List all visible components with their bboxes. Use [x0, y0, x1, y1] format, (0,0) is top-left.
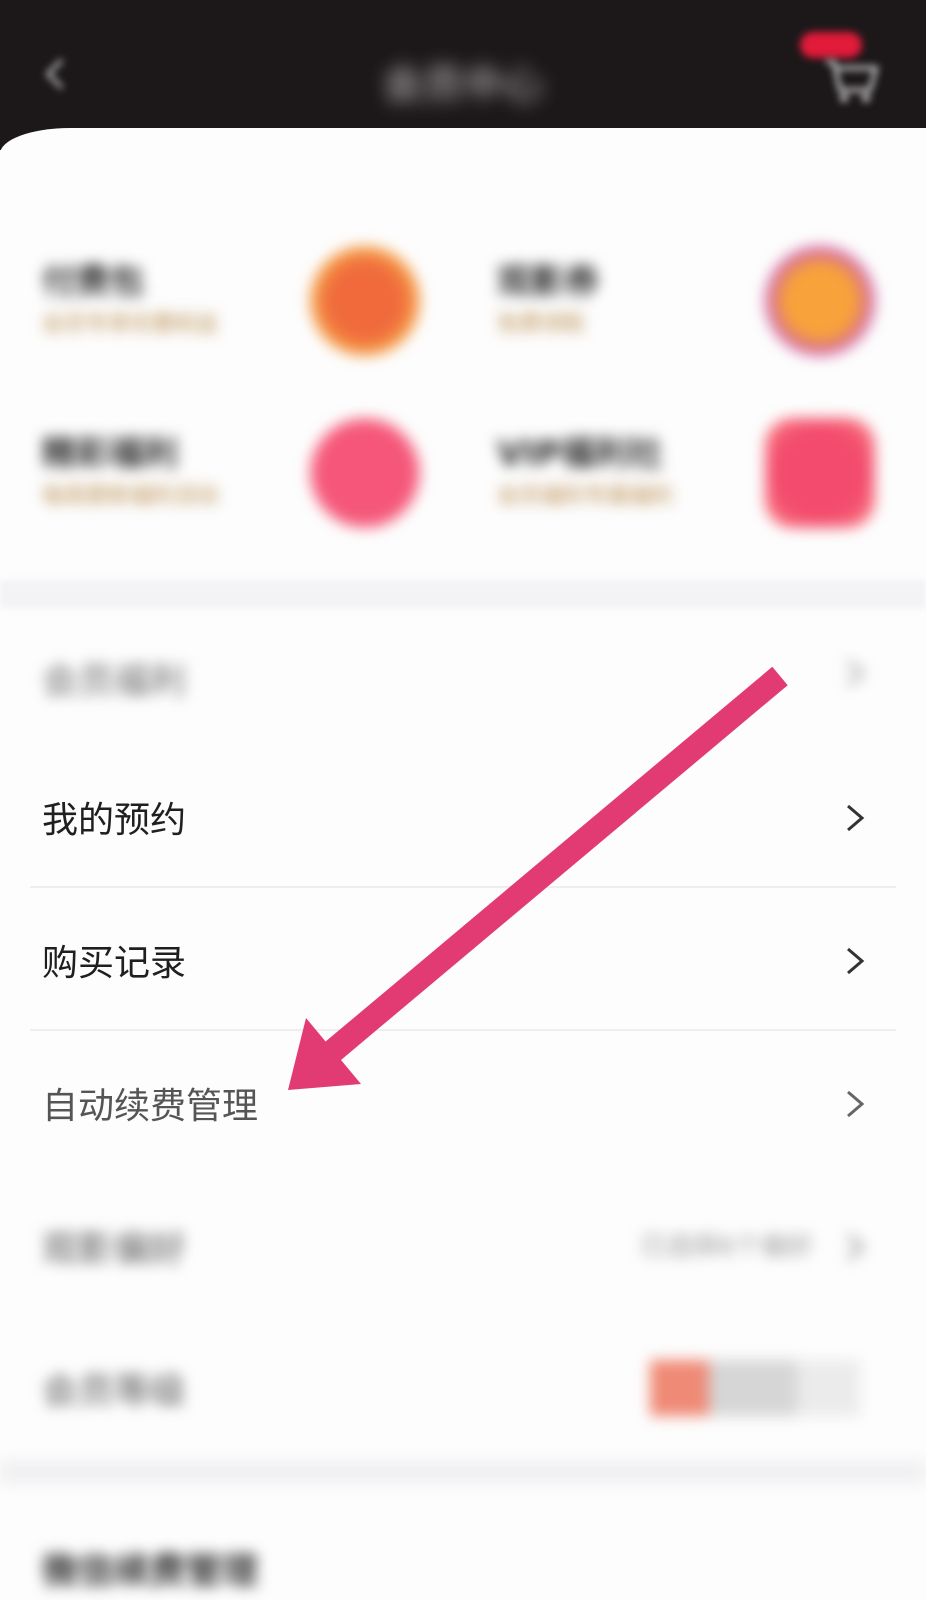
benefit-title: 付费包: [42, 262, 144, 302]
chevron-right-icon: [847, 947, 865, 975]
menu-item-auto-renew[interactable]: 自动续费管理: [0, 1031, 926, 1174]
benefit-title: 观影券: [497, 262, 599, 302]
menu-item-purchase-history[interactable]: 购买记录: [0, 888, 926, 1031]
menu-item-label: 会员福利: [42, 661, 187, 702]
menu-item-reservation[interactable]: 我的预约: [0, 745, 926, 888]
benefit-subtitle: 会员福利专属福利: [497, 484, 674, 509]
menu-item-member-level[interactable]: 会员等级: [0, 1316, 926, 1459]
benefit-title: VIP福利社: [497, 434, 663, 474]
benefit-subtitle: 会员专享优惠权益: [42, 312, 219, 337]
menu-item-member-benefits[interactable]: 会员福利: [0, 606, 926, 749]
benefit-subtitle: 免费领取: [497, 312, 586, 337]
benefit-card[interactable]: 观影券 免费领取: [455, 226, 905, 386]
club-icon: [765, 418, 875, 528]
coin-icon: [310, 246, 420, 356]
chevron-right-icon: [847, 659, 865, 687]
cart-icon[interactable]: [820, 50, 882, 104]
menu-item-value: 已选择6个偏好: [640, 1232, 813, 1262]
chevron-right-icon: [847, 1090, 865, 1118]
section-divider: [0, 580, 926, 608]
menu-item-label: 购买记录: [42, 943, 187, 984]
menu-item-label: 会员等级: [42, 1371, 187, 1412]
menu-item-viewing-preference[interactable]: 观影偏好 已选择6个偏好: [0, 1174, 926, 1317]
section-divider: [0, 1460, 926, 1484]
benefit-card[interactable]: VIP福利社 会员福利专属福利: [455, 398, 905, 558]
menu-item-label: 我的预约: [42, 800, 187, 841]
page-title: 会员中心: [383, 62, 543, 108]
menu-item-label: 微信续费管理: [42, 1551, 259, 1592]
member-level-badge: [650, 1360, 860, 1416]
menu-item-label: 观影偏好: [42, 1229, 187, 1270]
benefit-subtitle: 每周更新福利活动: [42, 484, 219, 509]
benefit-card[interactable]: 精彩福利 每周更新福利活动: [0, 398, 450, 558]
chevron-right-icon: [847, 804, 865, 832]
gift-icon: [310, 418, 420, 528]
benefit-title: 精彩福利: [42, 434, 178, 474]
chevron-right-icon: [847, 1233, 865, 1261]
benefit-card[interactable]: 付费包 会员专享优惠权益: [0, 226, 450, 386]
menu-item-label: 自动续费管理: [42, 1086, 259, 1127]
ticket-icon: [765, 246, 875, 356]
menu-item-wechat-renew[interactable]: 微信续费管理: [0, 1486, 926, 1600]
